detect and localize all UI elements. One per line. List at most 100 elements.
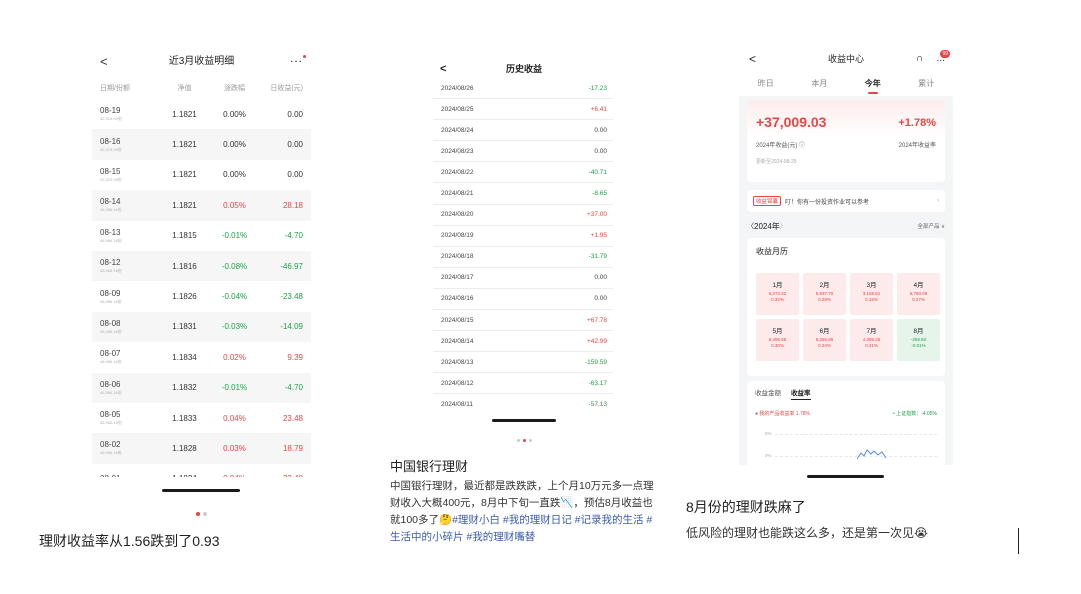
- row-change: -0.08%: [221, 261, 248, 271]
- row-change: -0.04%: [221, 292, 248, 302]
- text-cursor: [1018, 528, 1019, 554]
- month-income: 3,159.81: [862, 291, 881, 296]
- row-nav: 1.1821: [172, 200, 197, 210]
- headset-icon[interactable]: ∩: [916, 44, 923, 74]
- list-item[interactable]: 2024/08/20 +37.00: [433, 205, 613, 226]
- list-item[interactable]: 2024/08/16 0.00: [433, 289, 613, 311]
- monthly-calendar: 收益月历 1月 6,272.22 0.32% 2月 5,937.70 0.29% 3月 3,1…: [747, 238, 945, 376]
- row-date: 08-08 46,966.16份: [100, 318, 122, 334]
- product-filter-dropdown[interactable]: 全部产品 ∨: [917, 222, 945, 230]
- month-rate: 0.21%: [865, 343, 878, 348]
- income-detail-header: < 近3月收益明细 ...: [92, 47, 311, 77]
- list-item[interactable]: 2024/08/15 +67.78: [433, 310, 613, 332]
- table-row[interactable]: 08-19 42,319.09份 1.1821 0.00% 0.00: [92, 99, 311, 129]
- row-income: 0.00: [287, 170, 303, 180]
- row-date: 08-06 46,966.16份: [100, 379, 122, 395]
- row-income: -4.70: [284, 231, 303, 241]
- back-icon[interactable]: <: [440, 58, 446, 80]
- item-value: -8.65: [592, 190, 607, 198]
- list-item[interactable]: 2024/08/25 +6.41: [433, 99, 613, 121]
- list-item[interactable]: 2024/08/14 +42.99: [433, 331, 613, 353]
- more-icon[interactable]: ...: [937, 44, 945, 74]
- tips-text: 叮！你有一份投资作业可以参考: [785, 199, 870, 206]
- tab-month[interactable]: 本月: [793, 74, 847, 96]
- row-nav: 1.1816: [172, 261, 197, 271]
- table-row[interactable]: 08-14 46,966.16份 1.1821 0.05% 28.18: [92, 190, 311, 221]
- table-row[interactable]: 08-07 46,966.16份 1.1834 0.02% 9.39: [92, 342, 311, 372]
- item-date: 2024/08/17: [441, 274, 474, 282]
- month-income: 5,760.06: [909, 291, 928, 296]
- list-item[interactable]: 2024/08/23 0.00: [433, 141, 613, 163]
- month-cell[interactable]: 7月 4,396.25 0.21%: [850, 319, 893, 361]
- item-value: -63.17: [588, 379, 607, 387]
- month-rate: -0.01%: [911, 343, 926, 348]
- table-row[interactable]: 08-16 42,319.09份 1.1821 0.00% 0.00: [92, 129, 311, 160]
- row-change: 0.00%: [223, 109, 246, 119]
- table-row[interactable]: 08-08 46,966.16份 1.1831 -0.03% -14.09: [92, 311, 311, 343]
- month-rate: 0.27%: [912, 297, 925, 302]
- table-row[interactable]: 08-05 46,966.16份 1.1833 0.04% 23.48: [92, 403, 311, 433]
- item-date: 2024/08/13: [441, 358, 474, 366]
- row-nav: 1.1833: [172, 413, 197, 423]
- month-cell[interactable]: 4月 5,760.06 0.27%: [897, 273, 940, 315]
- list-item[interactable]: 2024/08/12 -63.17: [433, 373, 613, 395]
- home-indicator: [162, 489, 240, 492]
- table-row[interactable]: 08-15 42,319.09份 1.1821 0.00% 0.00: [92, 160, 311, 190]
- info-icon[interactable]: ⓘ: [799, 143, 805, 149]
- list-item[interactable]: 2024/08/11 -57.13: [433, 394, 613, 413]
- row-date: 08-05 46,966.16份: [100, 410, 122, 426]
- item-value: +37.00: [586, 211, 607, 219]
- tab-yesterday[interactable]: 昨日: [739, 74, 793, 96]
- month-income: -269.60: [910, 337, 927, 342]
- chevron-left-icon[interactable]: 〈: [747, 221, 754, 231]
- income-detail-screenshot: < 近3月收益明细 ... 日期/份额 净值 涨跌幅 日收益(元) 08-19 4…: [92, 47, 311, 477]
- table-row[interactable]: 08-02 46,966.16份 1.1828 0.03% 18.79: [92, 433, 311, 464]
- month-cell[interactable]: 6月 5,256.86 0.24%: [803, 319, 846, 361]
- notification-dot-icon: [303, 55, 306, 58]
- calendar-title: 收益月历: [756, 247, 788, 256]
- more-icon[interactable]: ...: [290, 47, 306, 73]
- table-row[interactable]: 08-011.18240.04%23.48: [92, 464, 311, 477]
- row-date: 08-13 46,966.16份: [100, 227, 122, 243]
- tips-banner[interactable]: 收益锦囊 叮！你有一份投资作业可以参考 ›: [747, 190, 945, 212]
- row-date: 08-02 46,966.16份: [100, 440, 122, 456]
- item-date: 2024/08/20: [441, 211, 474, 219]
- row-income: -46.97: [280, 261, 303, 271]
- list-item[interactable]: 2024/08/26 -17.23: [433, 78, 613, 100]
- tab-total[interactable]: 累计: [900, 74, 954, 96]
- month-cell[interactable]: 3月 3,159.81 0.15%: [850, 273, 893, 315]
- column-header-nav: 净值: [177, 85, 192, 92]
- chevron-right-icon[interactable]: 〉: [780, 221, 787, 231]
- month-label: 6月: [819, 328, 830, 335]
- caption-right-title: 8月份的理财跌麻了: [686, 499, 806, 515]
- tab-income-rate[interactable]: 收益率: [791, 387, 811, 400]
- row-income: -23.48: [280, 292, 303, 302]
- month-label: 3月: [866, 282, 877, 289]
- month-cell[interactable]: 5月 6,496.55 0.30%: [756, 319, 799, 361]
- list-item[interactable]: 2024/08/21 -8.65: [433, 183, 613, 205]
- back-icon[interactable]: <: [100, 47, 108, 77]
- income-center-screenshot: < 收益中心 ∩ ... 99 昨日 本月 今年 累计 +37,009.03 +…: [739, 44, 953, 465]
- month-cell[interactable]: 8月 -269.60 -0.01%: [897, 319, 940, 361]
- list-item[interactable]: 2024/08/13 -159.59: [433, 352, 613, 374]
- list-item[interactable]: 2024/08/19 +1.95: [433, 226, 613, 247]
- list-item[interactable]: 2024/08/18 -31.79: [433, 247, 613, 268]
- list-item[interactable]: 2024/08/22 -40.71: [433, 162, 613, 184]
- table-row[interactable]: 08-06 46,966.16份 1.1832 -0.01% -4.70: [92, 372, 311, 403]
- row-date: 08-12 46,966.16份: [100, 258, 122, 274]
- month-income: 6,496.55: [768, 337, 787, 342]
- table-row[interactable]: 08-13 46,966.16份 1.1815 -0.01% -4.70: [92, 221, 311, 251]
- month-cell[interactable]: 1月 6,272.22 0.32%: [756, 273, 799, 315]
- table-row[interactable]: 08-12 46,966.16份 1.1816 -0.08% -46.97: [92, 250, 311, 282]
- table-row[interactable]: 08-09 46,966.16份 1.1826 -0.04% -23.48: [92, 281, 311, 311]
- month-cell[interactable]: 2月 5,937.70 0.29%: [803, 273, 846, 315]
- tab-year[interactable]: 今年: [846, 74, 900, 96]
- back-icon[interactable]: <: [749, 44, 756, 74]
- month-label: 8月: [913, 328, 924, 335]
- list-item[interactable]: 2024/08/17 0.00: [433, 268, 613, 289]
- tab-income-amount[interactable]: 收益金额: [755, 387, 781, 400]
- row-change: 0.00%: [223, 140, 246, 150]
- list-item[interactable]: 2024/08/24 0.00: [433, 120, 613, 142]
- row-income: 0.00: [287, 109, 303, 119]
- row-date: 08-07 46,966.16份: [100, 349, 122, 365]
